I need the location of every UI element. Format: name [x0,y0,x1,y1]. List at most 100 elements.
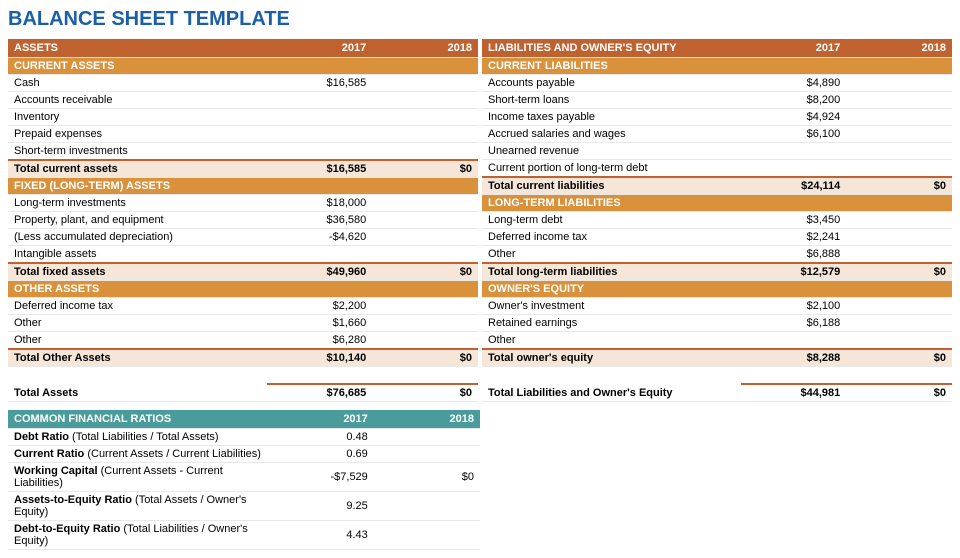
row-val-2018 [846,75,952,92]
grand-total-label: Total Assets [8,384,267,402]
row-val-2017: $4,924 [741,109,847,126]
total-val-2018: $0 [372,160,478,178]
row-val-2018 [372,195,478,212]
row-val-2017: $1,660 [267,315,373,332]
row-label: Deferred income tax [482,229,741,246]
row-val-2017: $4,890 [741,75,847,92]
row-val-2018 [846,160,952,178]
row-val-2018 [846,126,952,143]
row-val-2017 [267,143,373,161]
ratios-table: COMMON FINANCIAL RATIOS 2017 2018 Debt R… [8,410,480,550]
row-val-2018 [372,212,478,229]
ratio-bold-label: Debt-to-Equity Ratio [14,523,120,535]
assets-header: ASSETS [8,39,267,58]
total-label: Total owner's equity [482,349,741,367]
total-val-2018: $0 [846,263,952,281]
row-val-2017 [267,109,373,126]
ratio-bold-label: Current Ratio [14,448,84,460]
ratios-col-2018: 2018 [374,410,480,429]
grand-total-val-2018: $0 [372,384,478,402]
ratio-val-2017: 4.43 [268,521,374,550]
ratios-col-2017: 2017 [268,410,374,429]
row-val-2017: $16,585 [267,75,373,92]
row-val-2017: $8,200 [741,92,847,109]
row-val-2018 [372,126,478,143]
total-label: Total current liabilities [482,177,741,195]
sub-header: CURRENT LIABILITIES [482,58,952,75]
grand-total-val-2018: $0 [846,384,952,402]
row-label: Prepaid expenses [8,126,267,143]
ratios-header: COMMON FINANCIAL RATIOS [8,410,268,429]
ratio-val-2018 [374,429,480,446]
row-val-2017: $6,888 [741,246,847,264]
ratio-val-2018: $0 [374,463,480,492]
row-val-2018 [846,229,952,246]
grand-total-label: Total Liabilities and Owner's Equity [482,384,741,402]
row-val-2018 [372,109,478,126]
ratio-desc: (Total Liabilities / Total Assets) [69,431,219,443]
row-val-2017 [741,143,847,160]
row-val-2018 [372,298,478,315]
row-label: Property, plant, and equipment [8,212,267,229]
ratio-bold-label: Assets-to-Equity Ratio [14,494,132,506]
liabilities-col-2017: 2017 [741,39,847,58]
total-val-2017: $12,579 [741,263,847,281]
ratio-label: Current Ratio (Current Assets / Current … [8,446,268,463]
total-val-2018: $0 [372,349,478,367]
ratio-desc: (Current Assets / Current Liabilities) [84,448,261,460]
total-label: Total fixed assets [8,263,267,281]
row-val-2018 [372,332,478,350]
row-val-2017 [741,332,847,350]
row-label: Retained earnings [482,315,741,332]
total-val-2018: $0 [846,177,952,195]
row-val-2017: $3,450 [741,212,847,229]
row-label: Accounts receivable [8,92,267,109]
row-val-2017: $36,580 [267,212,373,229]
row-label: Short-term investments [8,143,267,161]
assets-col-2017: 2017 [267,39,373,58]
row-val-2017 [267,92,373,109]
ratio-val-2018 [374,492,480,521]
row-val-2017 [741,160,847,178]
ratio-label: Working Capital (Current Assets - Curren… [8,463,268,492]
row-val-2018 [372,246,478,264]
sub-header: OTHER ASSETS [8,281,478,298]
total-val-2017: $10,140 [267,349,373,367]
row-label: Owner's investment [482,298,741,315]
page-title: BALANCE SHEET TEMPLATE [8,8,952,31]
row-label: Current portion of long-term debt [482,160,741,178]
row-val-2017: $6,188 [741,315,847,332]
ratio-label: Debt Ratio (Total Liabilities / Total As… [8,429,268,446]
row-label: Short-term loans [482,92,741,109]
ratio-label: Debt-to-Equity Ratio (Total Liabilities … [8,521,268,550]
sub-header: CURRENT ASSETS [8,58,478,75]
row-label: Other [8,332,267,350]
assets-table: ASSETS 2017 2018 CURRENT ASSETS Cash $16… [8,39,478,402]
total-label: Total Other Assets [8,349,267,367]
ratio-val-2017: -$7,529 [268,463,374,492]
row-val-2018 [372,143,478,161]
main-grid: ASSETS 2017 2018 CURRENT ASSETS Cash $16… [8,39,952,402]
row-label: (Less accumulated depreciation) [8,229,267,246]
ratio-val-2018 [374,446,480,463]
row-label: Accrued salaries and wages [482,126,741,143]
row-label: Accounts payable [482,75,741,92]
total-val-2017: $24,114 [741,177,847,195]
row-val-2018 [846,298,952,315]
total-val-2018: $0 [846,349,952,367]
row-val-2018 [846,109,952,126]
row-val-2018 [846,143,952,160]
row-val-2017: $2,200 [267,298,373,315]
total-val-2018: $0 [372,263,478,281]
row-label: Long-term investments [8,195,267,212]
ratios-section: COMMON FINANCIAL RATIOS 2017 2018 Debt R… [8,410,952,550]
ratio-val-2017: 9.25 [268,492,374,521]
grand-total-val-2017: $76,685 [267,384,373,402]
ratio-bold-label: Debt Ratio [14,431,69,443]
ratio-val-2017: 0.69 [268,446,374,463]
total-val-2017: $8,288 [741,349,847,367]
total-val-2017: $49,960 [267,263,373,281]
liabilities-header: LIABILITIES AND OWNER'S EQUITY [482,39,741,58]
row-val-2018 [372,75,478,92]
row-val-2018 [372,315,478,332]
